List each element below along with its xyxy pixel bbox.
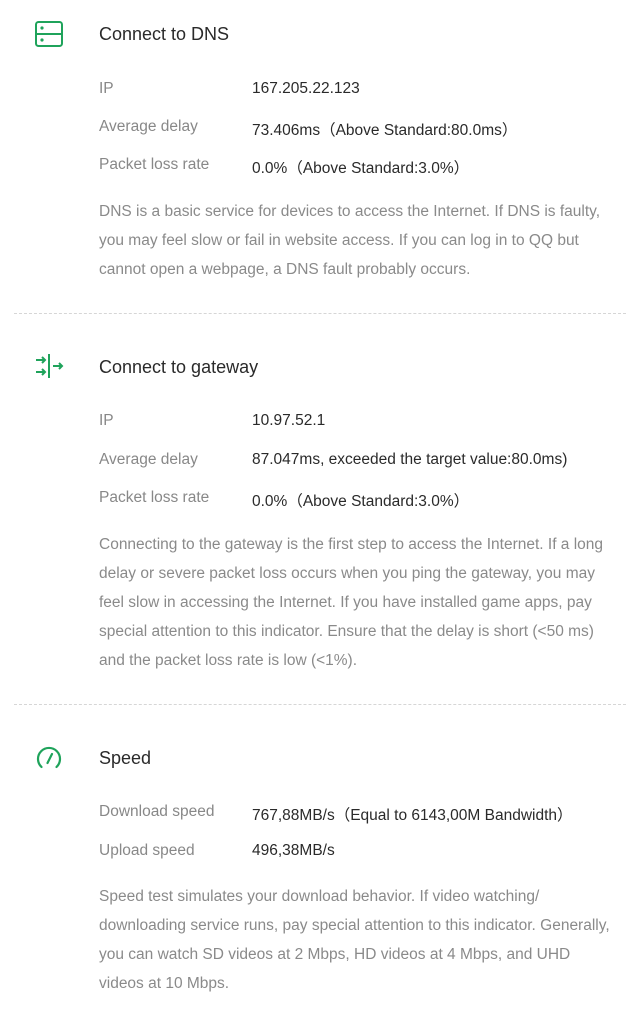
speed-section: Speed Download speed 767,88MB/s（Equal to… [0, 705, 640, 1024]
packet-loss-value: 0.0%（Above Standard:3.0%） [252, 493, 470, 510]
gateway-icon [34, 351, 64, 381]
download-speed-label: Download speed [99, 803, 215, 820]
section-title: Connect to DNS [99, 24, 230, 44]
packet-loss-label: Packet loss rate [99, 156, 210, 173]
average-delay-value: 87.047ms, exceeded the target value:80.0… [252, 451, 568, 468]
section-title: Connect to gateway [99, 357, 259, 377]
average-delay-label: Average delay [99, 118, 198, 135]
ip-label: IP [99, 80, 114, 97]
server-icon [34, 19, 64, 49]
dns-section: Connect to DNS IP 167.205.22.123 Average… [0, 0, 640, 314]
upload-speed-value: 496,38MB/s [252, 842, 335, 859]
ip-value: 167.205.22.123 [252, 80, 360, 97]
ip-value: 10.97.52.1 [252, 412, 326, 429]
section-title: Speed [99, 748, 152, 768]
section-description: Speed test simulates your download behav… [99, 888, 610, 992]
upload-speed-label: Upload speed [99, 842, 195, 859]
speedometer-icon [34, 743, 64, 773]
section-description: DNS is a basic service for devices to ac… [99, 203, 601, 278]
average-delay-label: Average delay [99, 451, 198, 468]
download-speed-value: 767,88MB/s（Equal to 6143,00M Bandwidth） [252, 807, 573, 824]
packet-loss-label: Packet loss rate [99, 489, 210, 506]
section-description: Connecting to the gateway is the first s… [99, 536, 604, 669]
average-delay-value: 73.406ms（Above Standard:80.0ms） [252, 122, 518, 139]
ip-label: IP [99, 412, 114, 429]
packet-loss-value: 0.0%（Above Standard:3.0%） [252, 160, 470, 177]
gateway-section: Connect to gateway IP 10.97.52.1 Average… [0, 314, 640, 704]
